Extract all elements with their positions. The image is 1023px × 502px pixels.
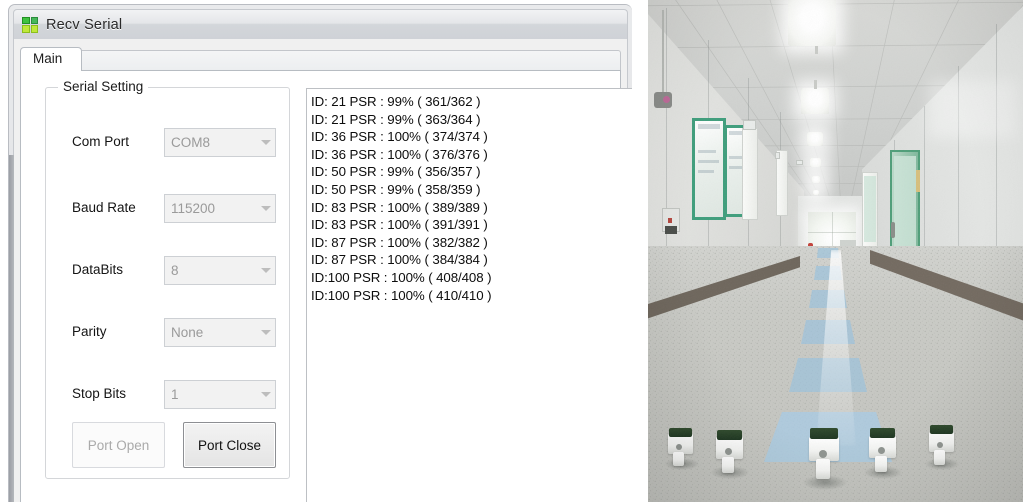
log-line: ID: 87 PSR : 100% ( 382/382 ) — [311, 234, 488, 250]
light-stem — [814, 80, 817, 89]
robot-base — [722, 457, 734, 473]
door-trim — [916, 170, 920, 192]
robot-sensor-board — [870, 428, 895, 438]
log-line: ID:100 PSR : 100% ( 410/410 ) — [311, 287, 492, 303]
ceiling-light — [807, 132, 823, 146]
data-bits-value: 8 — [171, 263, 179, 278]
window-left-edge — [9, 155, 14, 502]
robot-marker — [725, 448, 732, 455]
com-port-label: Com Port — [72, 134, 130, 149]
device-indicator — [663, 96, 670, 103]
stop-bits-value: 1 — [171, 387, 179, 402]
robot-marker — [819, 450, 827, 458]
screenshot-root: Recv Serial Main Serial Setting Com Port — [0, 0, 1023, 502]
robot-sensor-board — [717, 430, 742, 440]
tab-page-main: Serial Setting Com Port COM8 Baud Rate 1… — [20, 70, 632, 502]
notice-board-text — [698, 160, 719, 163]
robot-base — [934, 450, 945, 465]
corridor-photo — [648, 0, 1023, 502]
notice-board-text — [698, 150, 716, 153]
door-right-far-glass — [864, 176, 876, 242]
parity-label: Parity — [72, 324, 107, 339]
com-port-value: COM8 — [171, 135, 211, 150]
indicator-red — [668, 218, 672, 223]
stop-bits-combobox[interactable]: 1 — [164, 380, 276, 409]
ceiling-light — [801, 88, 829, 114]
chevron-down-icon[interactable] — [255, 381, 275, 408]
log-line: ID: 83 PSR : 100% ( 391/391 ) — [311, 217, 488, 233]
wall-outlet — [665, 226, 677, 234]
log-line: ID: 21 PSR : 99% ( 361/362 ) — [311, 94, 481, 109]
log-line: ID: 36 PSR : 100% ( 374/374 ) — [311, 129, 488, 145]
green-door-glass — [894, 156, 916, 252]
robot-base — [816, 459, 830, 479]
window-frame: Recv Serial Main Serial Setting Com Port — [9, 5, 632, 502]
field-data-bits: DataBits 8 — [46, 256, 289, 286]
ceiling-light — [813, 190, 819, 195]
app-grid-icon — [22, 16, 38, 33]
log-line: ID:100 PSR : 100% ( 408/408 ) — [311, 269, 492, 285]
door-left-far — [776, 150, 788, 216]
tab-control: Main Serial Setting Com Port COM8 Baud R… — [20, 45, 632, 502]
ceiling-light — [788, 0, 836, 46]
stop-bits-label: Stop Bits — [72, 386, 127, 401]
ceiling-light — [812, 176, 820, 183]
baud-rate-combobox[interactable]: 115200 — [164, 194, 276, 223]
port-close-button[interactable]: Port Close — [183, 422, 276, 468]
notice-board-text — [698, 170, 714, 173]
log-line: ID: 36 PSR : 100% ( 376/376 ) — [311, 146, 488, 162]
baud-rate-value: 115200 — [171, 201, 216, 216]
chevron-down-icon[interactable] — [255, 319, 275, 346]
log-line: ID: 50 PSR : 99% ( 356/357 ) — [311, 164, 481, 180]
parity-combobox[interactable]: None — [164, 318, 276, 347]
robot-marker — [937, 442, 943, 448]
wall-sign — [796, 160, 803, 165]
chevron-down-icon[interactable] — [255, 195, 275, 222]
parity-value: None — [171, 325, 204, 340]
log-line: ID: 50 PSR : 99% ( 358/359 ) — [311, 181, 481, 197]
door-left-near — [742, 128, 758, 220]
baud-rate-label: Baud Rate — [72, 200, 136, 215]
robot-sensor-board — [810, 428, 838, 439]
robot-sensor-board — [669, 428, 692, 437]
field-baud-rate: Baud Rate 115200 — [46, 194, 289, 224]
serial-log-textbox[interactable]: ID: 21 PSR : 99% ( 361/362 ) ID: 21 PSR … — [306, 88, 632, 502]
recv-serial-window: Recv Serial Main Serial Setting Com Port — [8, 4, 632, 502]
robot-base — [673, 452, 684, 466]
ceiling-light — [810, 158, 821, 167]
window-titlebar[interactable]: Recv Serial — [13, 9, 628, 39]
robot-base — [875, 456, 887, 472]
com-port-combobox[interactable]: COM8 — [164, 128, 276, 157]
door-handle — [891, 222, 895, 238]
ceiling-hanger-rod — [662, 10, 664, 94]
log-line: ID: 83 PSR : 100% ( 389/389 ) — [311, 199, 488, 215]
door-sign — [743, 120, 756, 130]
robot-sensor-board — [930, 425, 953, 434]
port-open-button[interactable]: Port Open — [72, 422, 165, 468]
robot-marker — [878, 447, 885, 454]
data-bits-label: DataBits — [72, 262, 124, 277]
window-title: Recv Serial — [46, 16, 123, 33]
wall-specular-highlight — [928, 80, 1018, 138]
chevron-down-icon[interactable] — [255, 129, 275, 156]
serial-setting-title: Serial Setting — [58, 79, 149, 94]
tab-strip: Main — [20, 45, 621, 71]
field-parity: Parity None — [46, 318, 289, 348]
serial-setting-groupbox: Serial Setting Com Port COM8 Baud Rate 1… — [45, 79, 290, 479]
log-line: ID: 21 PSR : 99% ( 363/364 ) — [311, 111, 481, 127]
data-bits-combobox[interactable]: 8 — [164, 256, 276, 285]
field-com-port: Com Port COM8 — [46, 128, 289, 158]
log-line: ID: 87 PSR : 100% ( 384/384 ) — [311, 252, 488, 268]
field-stop-bits: Stop Bits 1 — [46, 380, 289, 410]
door-sign — [775, 152, 780, 159]
window-client-area: Main Serial Setting Com Port COM8 Baud R… — [13, 39, 632, 502]
tab-strip-background — [20, 50, 621, 71]
chevron-down-icon[interactable] — [255, 257, 275, 284]
notice-board — [692, 118, 726, 220]
light-stem — [815, 46, 818, 54]
robot-marker — [676, 444, 682, 450]
tab-main[interactable]: Main — [20, 47, 82, 71]
notice-board-text — [698, 124, 720, 129]
